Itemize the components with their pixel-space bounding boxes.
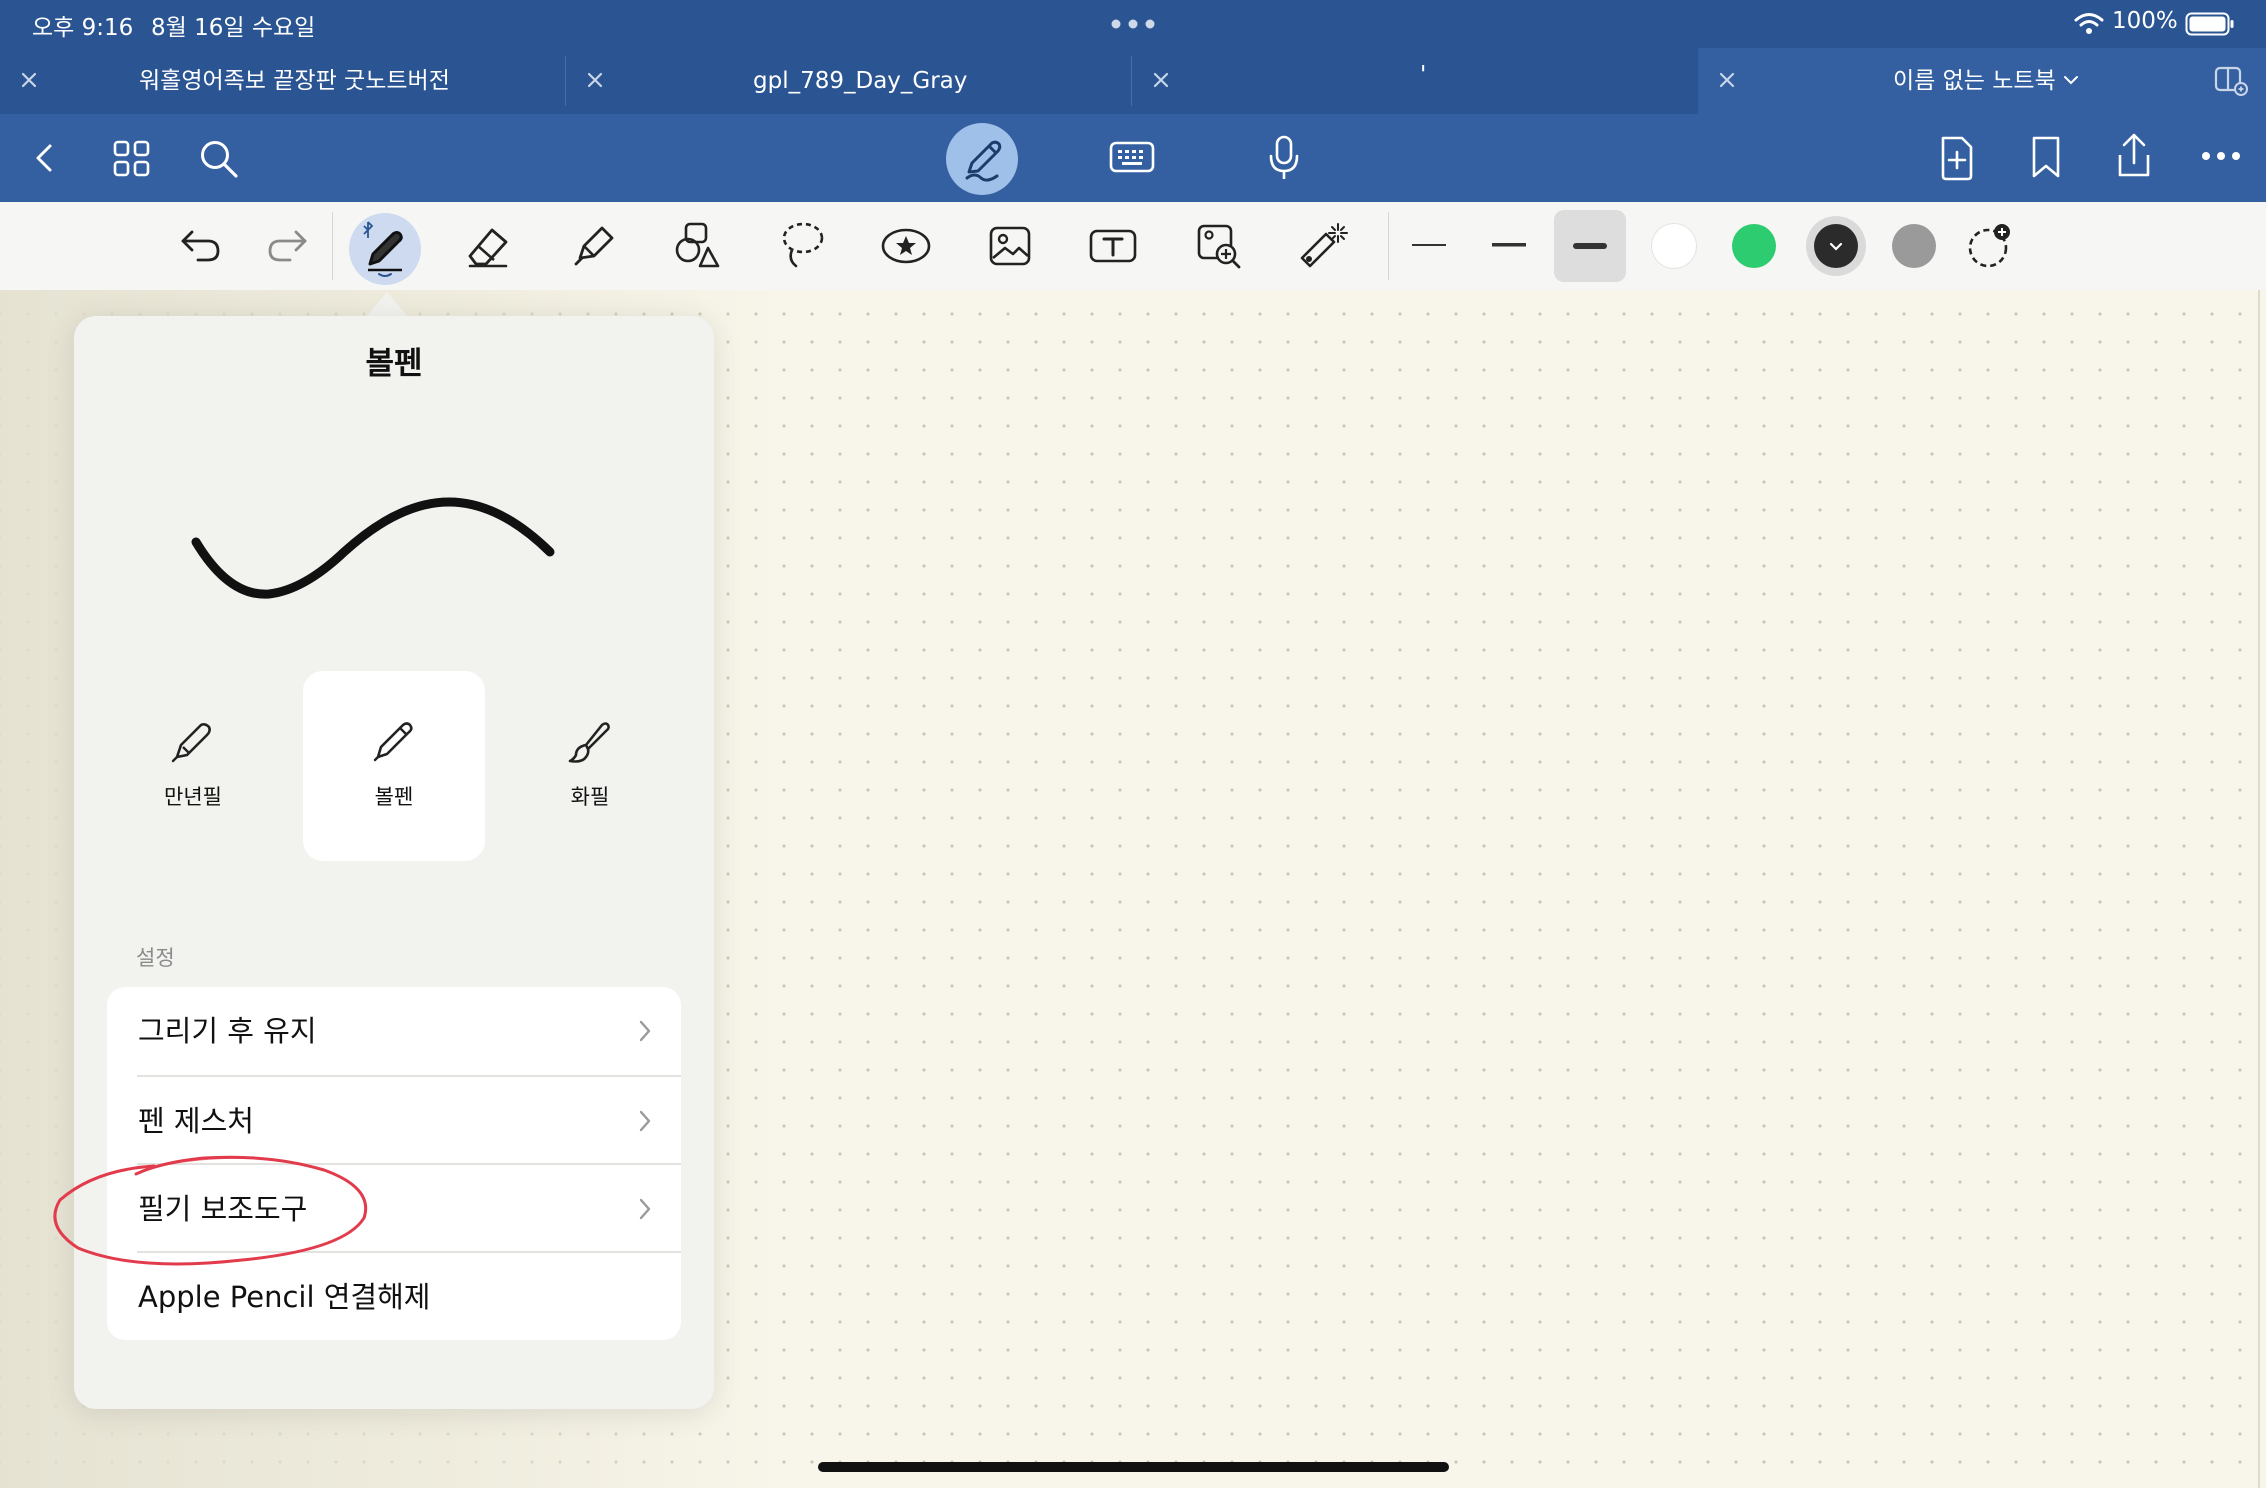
- tab-3[interactable]: ': [1132, 48, 1697, 114]
- laser-pointer-icon[interactable]: [1296, 220, 1348, 272]
- chevron-right-icon: [637, 1018, 653, 1044]
- settings-section-label: 설정: [136, 946, 175, 970]
- image-icon[interactable]: [988, 224, 1032, 268]
- pen-type-label: 만년필: [164, 785, 222, 809]
- brush-pen-icon: [566, 717, 614, 765]
- highlighter-icon[interactable]: [570, 222, 618, 270]
- multitasking-dots-icon[interactable]: [1110, 18, 1156, 30]
- status-date: 8월 16일 수요일: [151, 15, 316, 41]
- popover-title: 볼펜: [365, 346, 423, 382]
- tab-4-active[interactable]: 이름 없는 노트북: [1698, 48, 2266, 114]
- pen-type-brush[interactable]: 화필: [514, 669, 666, 859]
- chevron-right-icon: [637, 1196, 653, 1222]
- status-bar: 오후 9:16 8월 16일 수요일 100%: [0, 0, 2266, 48]
- color-swatch-green[interactable]: [1732, 224, 1776, 268]
- menu-item-keep-after-drawing[interactable]: 그리기 후 유지: [107, 987, 681, 1075]
- wifi-icon: [2074, 11, 2104, 35]
- tab-label: 워홀영어족보 끝장판 굿노트버전: [139, 68, 450, 94]
- text-box-icon[interactable]: [1088, 226, 1138, 266]
- drawing-toolbar: [0, 202, 2266, 291]
- back-icon[interactable]: [30, 140, 60, 176]
- grid-view-icon[interactable]: [112, 139, 152, 179]
- microphone-icon[interactable]: [1268, 134, 1300, 182]
- tab-2[interactable]: gpl_789_Day_Gray: [566, 48, 1131, 114]
- ballpoint-pen-icon: [370, 717, 418, 765]
- pen-mode-button[interactable]: [945, 122, 1019, 196]
- red-annotation-circle: [44, 1148, 384, 1278]
- share-icon[interactable]: [2112, 131, 2156, 181]
- pen-type-fountain[interactable]: 만년필: [117, 669, 269, 859]
- menu-item-label: 그리기 후 유지: [138, 1014, 317, 1048]
- tab-label: ': [1420, 62, 1427, 88]
- lasso-icon[interactable]: [780, 220, 826, 272]
- pen-type-label: 화필: [570, 785, 610, 809]
- split-view-icon[interactable]: [2214, 65, 2248, 97]
- close-icon[interactable]: [1150, 69, 1172, 91]
- add-color-icon[interactable]: [1966, 220, 2016, 270]
- shapes-icon[interactable]: [674, 220, 722, 270]
- stroke-medium-option[interactable]: [1492, 243, 1526, 247]
- fountain-pen-icon: [169, 717, 217, 765]
- popover-arrow: [367, 292, 407, 316]
- pen-tool-button[interactable]: [348, 212, 422, 286]
- battery-icon: [2185, 12, 2235, 36]
- chevron-down-icon: [1828, 241, 1844, 253]
- add-page-icon[interactable]: [1938, 134, 1976, 182]
- tab-label: gpl_789_Day_Gray: [753, 68, 968, 94]
- color-swatch-black-selected[interactable]: [1806, 216, 1866, 276]
- stroke-thick-option[interactable]: [1554, 210, 1626, 282]
- home-indicator: [818, 1462, 1449, 1472]
- search-icon[interactable]: [198, 138, 240, 180]
- tab-label: 이름 없는 노트북: [1893, 68, 2056, 94]
- status-time: 오후 9:16: [32, 15, 134, 41]
- tab-1[interactable]: 워홀영어족보 끝장판 굿노트버전: [0, 48, 565, 114]
- image-search-icon[interactable]: [1196, 222, 1242, 270]
- main-toolbar: [0, 114, 2266, 202]
- close-icon[interactable]: [18, 69, 40, 91]
- stroke-preview: [184, 472, 624, 632]
- redo-icon[interactable]: [266, 226, 310, 266]
- color-swatch-white[interactable]: [1652, 224, 1696, 268]
- pen-type-label: 볼펜: [374, 785, 414, 809]
- bookmark-icon[interactable]: [2030, 134, 2062, 180]
- chevron-right-icon: [637, 1108, 653, 1134]
- page-edge: [2258, 290, 2260, 1488]
- close-icon[interactable]: [1716, 69, 1738, 91]
- pen-type-ballpoint-selected[interactable]: 볼펜: [303, 671, 485, 861]
- keyboard-icon[interactable]: [1109, 140, 1155, 174]
- chevron-down-icon[interactable]: [2062, 73, 2080, 87]
- eraser-icon[interactable]: [464, 224, 512, 270]
- more-options-icon[interactable]: [2201, 150, 2241, 162]
- color-swatch-gray[interactable]: [1892, 224, 1936, 268]
- stroke-thin-option[interactable]: [1412, 244, 1446, 248]
- tab-bar: 워홀영어족보 끝장판 굿노트버전 gpl_789_Day_Gray ' 이름 없…: [0, 48, 2266, 114]
- battery-percent: 100%: [2112, 8, 2178, 34]
- close-icon[interactable]: [584, 69, 606, 91]
- undo-icon[interactable]: [178, 226, 222, 266]
- stickers-icon[interactable]: [880, 226, 932, 266]
